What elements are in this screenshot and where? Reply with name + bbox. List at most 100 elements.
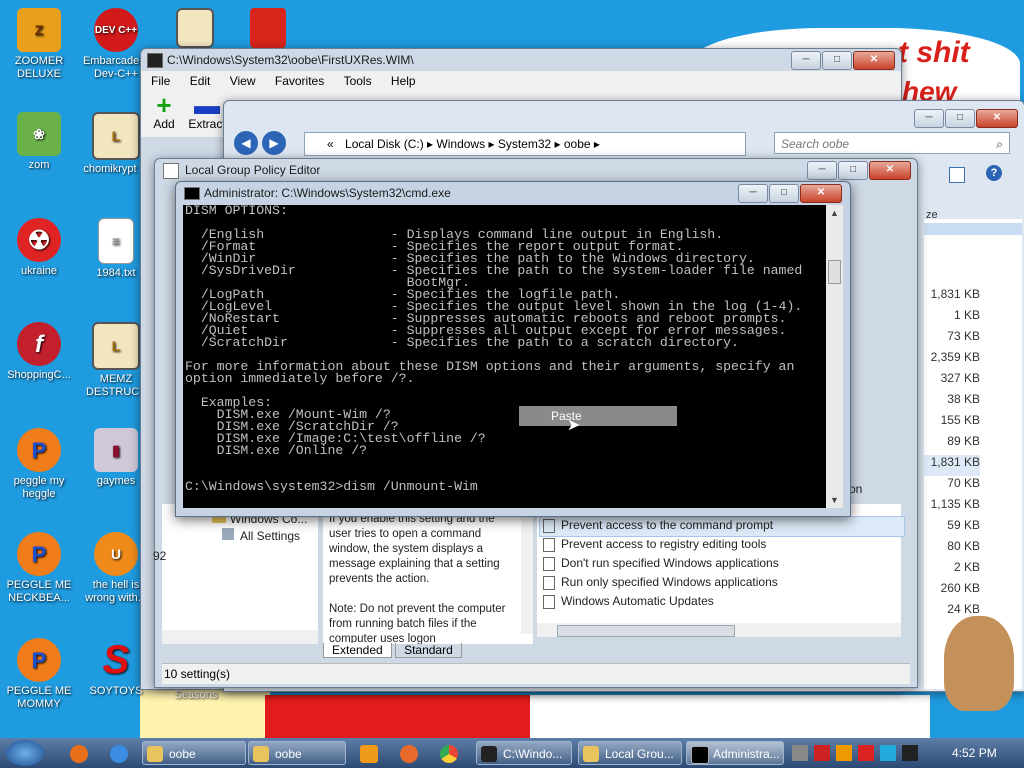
desktop-icon-zom[interactable]: ❀ zom — [3, 112, 75, 172]
forward-button[interactable]: ▶ — [262, 131, 286, 155]
taskbar-item-oobe-1[interactable]: oobe — [142, 741, 246, 765]
maximize-button[interactable]: □ — [945, 109, 975, 128]
tray-icon[interactable] — [858, 745, 874, 761]
breadcrumb-oobe[interactable]: oobe — [564, 137, 591, 151]
tree-item-all-settings[interactable]: All Settings — [222, 528, 300, 543]
file-size: 1,135 KB — [930, 497, 980, 511]
close-button[interactable]: ✕ — [976, 109, 1018, 128]
menu-view[interactable]: View — [230, 74, 256, 88]
pdf-icon[interactable] — [250, 8, 286, 48]
desktop-icon-label: gaymes — [96, 475, 136, 487]
tray-icon[interactable] — [836, 745, 852, 761]
address-bar[interactable]: « Local Disk (C:) ▸ Windows ▸ System32 ▸… — [304, 132, 746, 156]
scroll-thumb[interactable] — [557, 625, 735, 637]
back-button[interactable]: ◀ — [234, 131, 258, 155]
taskbar-item-7zip[interactable]: C:\Windo... — [476, 741, 572, 765]
settings-hscroll[interactable] — [537, 623, 901, 637]
archive-icon — [481, 746, 497, 762]
menu-file[interactable]: File — [151, 74, 170, 88]
settings-icon — [222, 528, 234, 540]
file-size: 2,359 KB — [930, 350, 980, 364]
desktop-icon-peggle-neckbeard[interactable]: P PEGGLE ME NECKBEA... — [3, 532, 75, 605]
breadcrumb-chevron[interactable]: « — [327, 137, 334, 151]
maximize-button[interactable]: □ — [822, 51, 852, 70]
gpedit-titlebar[interactable]: Local Group Policy Editor ─ □ ✕ — [155, 159, 917, 181]
taskbar-item-label: Local Grou... — [605, 747, 674, 761]
desktop-icon-label: ShoppingC... — [7, 369, 71, 381]
taskbar-item-gpedit[interactable]: Local Grou... — [578, 741, 682, 765]
setting-row[interactable]: Prevent access to registry editing tools — [543, 537, 766, 552]
tree-hscroll[interactable] — [162, 630, 318, 644]
close-button[interactable]: ✕ — [853, 51, 895, 70]
setting-row[interactable]: Windows Automatic Updates — [543, 594, 714, 609]
scroll-up-arrow[interactable]: ▲ — [826, 205, 843, 221]
cmd-window[interactable]: Administrator: C:\Windows\System32\cmd.e… — [175, 181, 851, 517]
firefox-icon[interactable] — [70, 745, 88, 763]
search-input[interactable]: Search oobe ⌕ — [774, 132, 1010, 154]
menu-help[interactable]: Help — [391, 74, 416, 88]
wim-titlebar[interactable]: C:\Windows\System32\oobe\FirstUXRes.WIM\… — [141, 49, 901, 71]
clock-app-icon[interactable] — [176, 8, 214, 48]
desktop-icon-zoomer[interactable]: Z ZOOMER DELUXE — [3, 8, 75, 81]
desktop-icon-label: zom — [28, 159, 50, 171]
wim-menubar: File Edit View Favorites Tools Help — [141, 71, 901, 91]
size-col-header: ze — [926, 209, 938, 221]
add-button[interactable]: + Add — [149, 92, 179, 131]
minimize-button[interactable]: ─ — [738, 184, 768, 203]
scroll-down-arrow[interactable]: ▼ — [826, 492, 843, 508]
preview-pane-icon[interactable] — [949, 167, 965, 183]
menu-edit[interactable]: Edit — [190, 74, 211, 88]
desktop-icon-peggle-mommy[interactable]: P PEGGLE ME MOMMY — [3, 638, 75, 711]
tray-icon[interactable] — [814, 745, 830, 761]
console-output[interactable]: DISM OPTIONS: /English - Displays comman… — [183, 205, 828, 508]
desc-vscroll[interactable] — [521, 504, 533, 634]
minus-icon: ▬ — [194, 90, 220, 120]
clock[interactable]: 4:52 PM — [952, 746, 997, 760]
menu-favorites[interactable]: Favorites — [275, 74, 324, 88]
maximize-button[interactable]: □ — [769, 184, 799, 203]
chrome-icon[interactable] — [440, 745, 458, 763]
breadcrumb-system32[interactable]: System32 — [498, 137, 551, 151]
cmd-titlebar[interactable]: Administrator: C:\Windows\System32\cmd.e… — [176, 182, 850, 204]
menu-tools[interactable]: Tools — [344, 74, 372, 88]
tray-icons — [792, 745, 940, 763]
tray-icon[interactable] — [902, 745, 918, 761]
minimize-button[interactable]: ─ — [807, 161, 837, 180]
desktop-icon-label: ZOOMER DELUXE — [14, 55, 64, 80]
start-button[interactable] — [6, 740, 44, 766]
desktop-icon-shopping[interactable]: f ShoppingC... — [3, 322, 75, 382]
scroll-thumb[interactable] — [828, 260, 841, 284]
tab-standard[interactable]: Standard — [395, 643, 462, 658]
help-icon[interactable]: ? — [986, 165, 1002, 181]
close-button[interactable]: ✕ — [800, 184, 842, 203]
minimize-button[interactable]: ─ — [914, 109, 944, 128]
media-player-icon[interactable] — [360, 745, 378, 763]
setting-label: Prevent access to registry editing tools — [561, 537, 767, 551]
breadcrumb-windows[interactable]: Windows — [436, 137, 485, 151]
setting-row[interactable]: Prevent access to the command prompt — [543, 518, 773, 533]
maximize-button[interactable]: □ — [838, 161, 868, 180]
paint-icon[interactable] — [400, 745, 418, 763]
tray-icon[interactable] — [880, 745, 896, 761]
minimize-button[interactable]: ─ — [791, 51, 821, 70]
explorer-titlebar[interactable]: ─ □ ✕ — [224, 101, 1024, 129]
tray-icon[interactable] — [792, 745, 808, 761]
ie-icon[interactable] — [110, 745, 128, 763]
console-scrollbar[interactable]: ▲ ▼ — [826, 205, 843, 508]
taskbar-item-cmd[interactable]: Administra... — [686, 741, 784, 765]
tab-extended[interactable]: Extended — [323, 643, 392, 658]
file-size: 89 KB — [947, 434, 980, 448]
taskbar-item-oobe-2[interactable]: oobe — [248, 741, 346, 765]
desktop-icon-label: peggle my heggle — [13, 475, 65, 500]
desktop-icon-ukraine[interactable]: ☢ ukraine — [3, 218, 75, 278]
context-menu-paste[interactable]: Paste — [519, 406, 677, 426]
extract-button[interactable]: ▬ Extract — [187, 90, 227, 131]
close-button[interactable]: ✕ — [869, 161, 911, 180]
breadcrumb-local-disk[interactable]: Local Disk (C:) — [345, 137, 424, 151]
file-size: 1 KB — [953, 308, 980, 322]
setting-row[interactable]: Don't run specified Windows applications — [543, 556, 779, 571]
desktop-icon-peggle-heggle[interactable]: Ppeggle my heggle — [3, 428, 75, 501]
setting-row[interactable]: Run only specified Windows applications — [543, 575, 778, 590]
gpedit-tabs: Extended Standard — [323, 643, 462, 659]
desktop-icon-label: ukraine — [20, 265, 58, 277]
